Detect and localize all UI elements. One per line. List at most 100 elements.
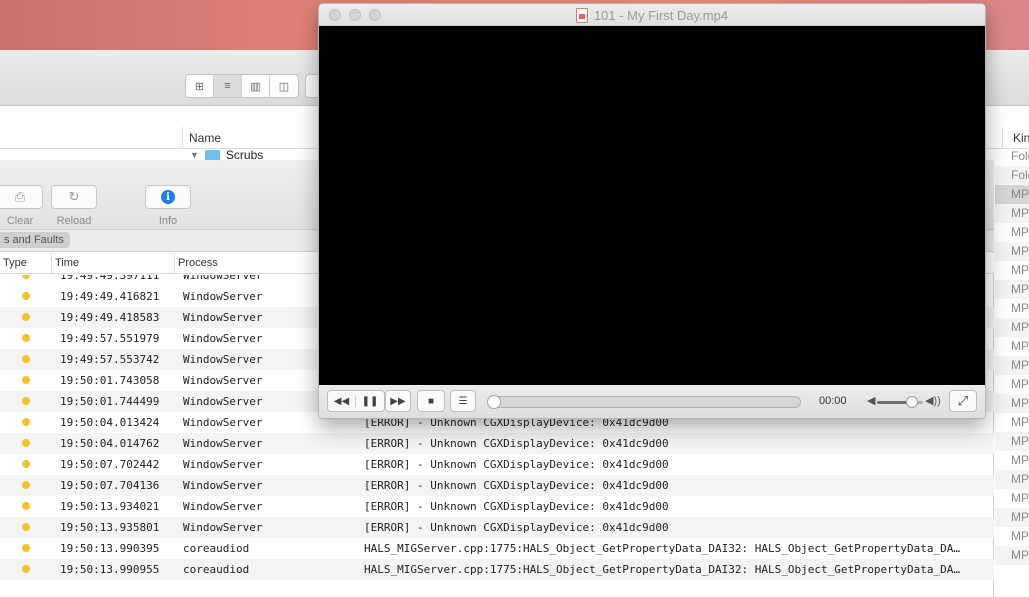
rewind-icon[interactable]: ◀◀ (328, 395, 356, 407)
log-process: WindowServer (183, 275, 263, 282)
kind-cell[interactable]: Fold (995, 166, 1029, 185)
column-view-icon[interactable]: ▥ (242, 75, 270, 97)
log-process: coreaudiod (183, 542, 250, 555)
log-time: 19:50:04.014762 (60, 437, 160, 450)
log-time: 19:49:49.397111 (60, 275, 160, 282)
fast-forward-icon: ▶▶ (390, 395, 406, 407)
log-process: WindowServer (183, 311, 263, 324)
table-row[interactable]: 19:50:07.702442 WindowServer [ERROR] - Unk… (0, 454, 994, 475)
seek-bar[interactable] (487, 395, 801, 409)
kind-cell[interactable]: MP (995, 223, 1029, 242)
kind-column: FoldFoldMPMPMPMPMPMPMPMPMPMPMPMPMPMPMPMP… (995, 147, 1029, 565)
warning-dot-icon (22, 523, 30, 531)
kind-cell[interactable]: MP (995, 337, 1029, 356)
clear-button[interactable]: ⎙ Clear (0, 185, 43, 227)
filter-errors-faults[interactable]: s and Faults (0, 232, 70, 248)
player-titlebar[interactable]: 101 - My First Day.mp4 (319, 4, 985, 26)
kind-cell[interactable]: MP (995, 242, 1029, 261)
icon-view-icon[interactable]: ⊞ (186, 75, 214, 97)
table-row[interactable]: 19:50:13.990395 coreaudiod HALS_MIGServer.… (0, 538, 994, 559)
log-process: WindowServer (183, 458, 263, 471)
list-view-icon[interactable]: ≡ (214, 75, 242, 97)
log-time: 19:50:04.013424 (60, 416, 160, 429)
kind-cell[interactable]: MP (995, 489, 1029, 508)
log-process: WindowServer (183, 332, 263, 345)
kind-cell[interactable]: MP (995, 451, 1029, 470)
log-time: 19:50:01.744499 (60, 395, 160, 408)
info-button[interactable]: i Info (145, 185, 191, 227)
close-button[interactable] (329, 9, 341, 21)
disclosure-triangle-icon[interactable]: ▼ (190, 150, 199, 160)
column-time-header[interactable]: Time (52, 253, 175, 274)
log-process: WindowServer (183, 500, 263, 513)
log-message: [ERROR] - Unknown CGXDisplayDevice: 0x41… (364, 479, 669, 492)
zoom-button[interactable] (369, 9, 381, 21)
table-row[interactable]: 19:50:13.934021 WindowServer [ERROR] - Unk… (0, 496, 994, 517)
warning-dot-icon (22, 565, 30, 573)
seek-knob[interactable] (487, 395, 501, 409)
fullscreen-button[interactable]: ⤢ (949, 390, 977, 412)
warning-dot-icon (22, 544, 30, 552)
volume-slider[interactable] (877, 396, 923, 408)
log-time: 19:50:13.990955 (60, 563, 160, 576)
log-process: WindowServer (183, 353, 263, 366)
kind-cell[interactable]: MP (995, 413, 1029, 432)
column-kind-header[interactable]: Kin (1002, 127, 1029, 149)
log-time: 19:50:13.934021 (60, 500, 160, 513)
warning-dot-icon (22, 460, 30, 468)
warning-dot-icon (22, 502, 30, 510)
fast-forward-button[interactable]: ▶▶ (385, 390, 411, 412)
log-process: WindowServer (183, 290, 263, 303)
volume-high-icon[interactable]: ◀)) (925, 385, 941, 418)
kind-cell[interactable]: MP (995, 546, 1029, 565)
kind-cell[interactable]: MP (995, 394, 1029, 413)
log-process: WindowServer (183, 395, 263, 408)
video-area[interactable] (319, 26, 985, 385)
info-icon: i (161, 190, 175, 204)
kind-cell[interactable]: MP (995, 508, 1029, 527)
kind-cell[interactable]: MP (995, 318, 1029, 337)
folder-icon (204, 149, 220, 161)
stop-icon: ■ (427, 395, 435, 407)
view-mode-control: ⊞ ≡ ▥ ◫ (185, 74, 299, 98)
table-row[interactable]: 19:50:07.704136 WindowServer [ERROR] - Unk… (0, 475, 994, 496)
kind-cell[interactable]: MP (995, 527, 1029, 546)
kind-cell[interactable]: MP (995, 280, 1029, 299)
reload-button[interactable]: ↻ Reload (51, 185, 97, 227)
log-process: WindowServer (183, 521, 263, 534)
table-row[interactable]: 19:50:13.990955 coreaudiod HALS_MIGServer.… (0, 559, 994, 580)
log-process: WindowServer (183, 374, 263, 387)
volume-low-icon[interactable]: ◀ (867, 385, 875, 418)
stop-button[interactable]: ■ (417, 390, 445, 412)
log-message: HALS_MIGServer.cpp:1775:HALS_Object_GetP… (364, 542, 961, 555)
kind-cell[interactable]: MP (995, 261, 1029, 280)
kind-cell[interactable]: MP (995, 375, 1029, 394)
kind-cell[interactable]: MP (995, 432, 1029, 451)
kind-cell[interactable]: MP (995, 185, 1029, 204)
reload-icon: ↻ (51, 185, 97, 209)
playlist-button[interactable]: ☰ (450, 390, 476, 412)
warning-dot-icon (22, 275, 30, 279)
log-message: HALS_MIGServer.cpp:1775:HALS_Object_GetP… (364, 563, 961, 576)
cover-flow-icon[interactable]: ◫ (270, 75, 298, 97)
table-row[interactable]: 19:50:04.014762 WindowServer [ERROR] - Unk… (0, 433, 994, 454)
kind-cell[interactable]: MP (995, 356, 1029, 375)
log-time: 19:49:49.416821 (60, 290, 160, 303)
kind-cell[interactable]: MP (995, 470, 1029, 489)
volume-knob[interactable] (905, 396, 918, 408)
minimize-button[interactable] (349, 9, 361, 21)
warning-dot-icon (22, 418, 30, 426)
playlist-icon: ☰ (458, 395, 468, 407)
kind-cell[interactable]: MP (995, 204, 1029, 223)
fullscreen-icon: ⤢ (957, 393, 969, 408)
log-time: 19:49:57.551979 (60, 332, 160, 345)
column-name-header[interactable]: Name (182, 127, 221, 149)
table-row[interactable]: 19:50:13.935801 WindowServer [ERROR] - Unk… (0, 517, 994, 538)
log-process: WindowServer (183, 437, 263, 450)
kind-cell[interactable]: Fold (995, 147, 1029, 166)
player-title: 101 - My First Day.mp4 (319, 4, 985, 26)
column-type-header[interactable]: Type (0, 253, 52, 274)
log-message: [ERROR] - Unknown CGXDisplayDevice: 0x41… (364, 458, 669, 471)
kind-cell[interactable]: MP (995, 299, 1029, 318)
pause-icon[interactable]: ❚❚ (356, 396, 384, 407)
